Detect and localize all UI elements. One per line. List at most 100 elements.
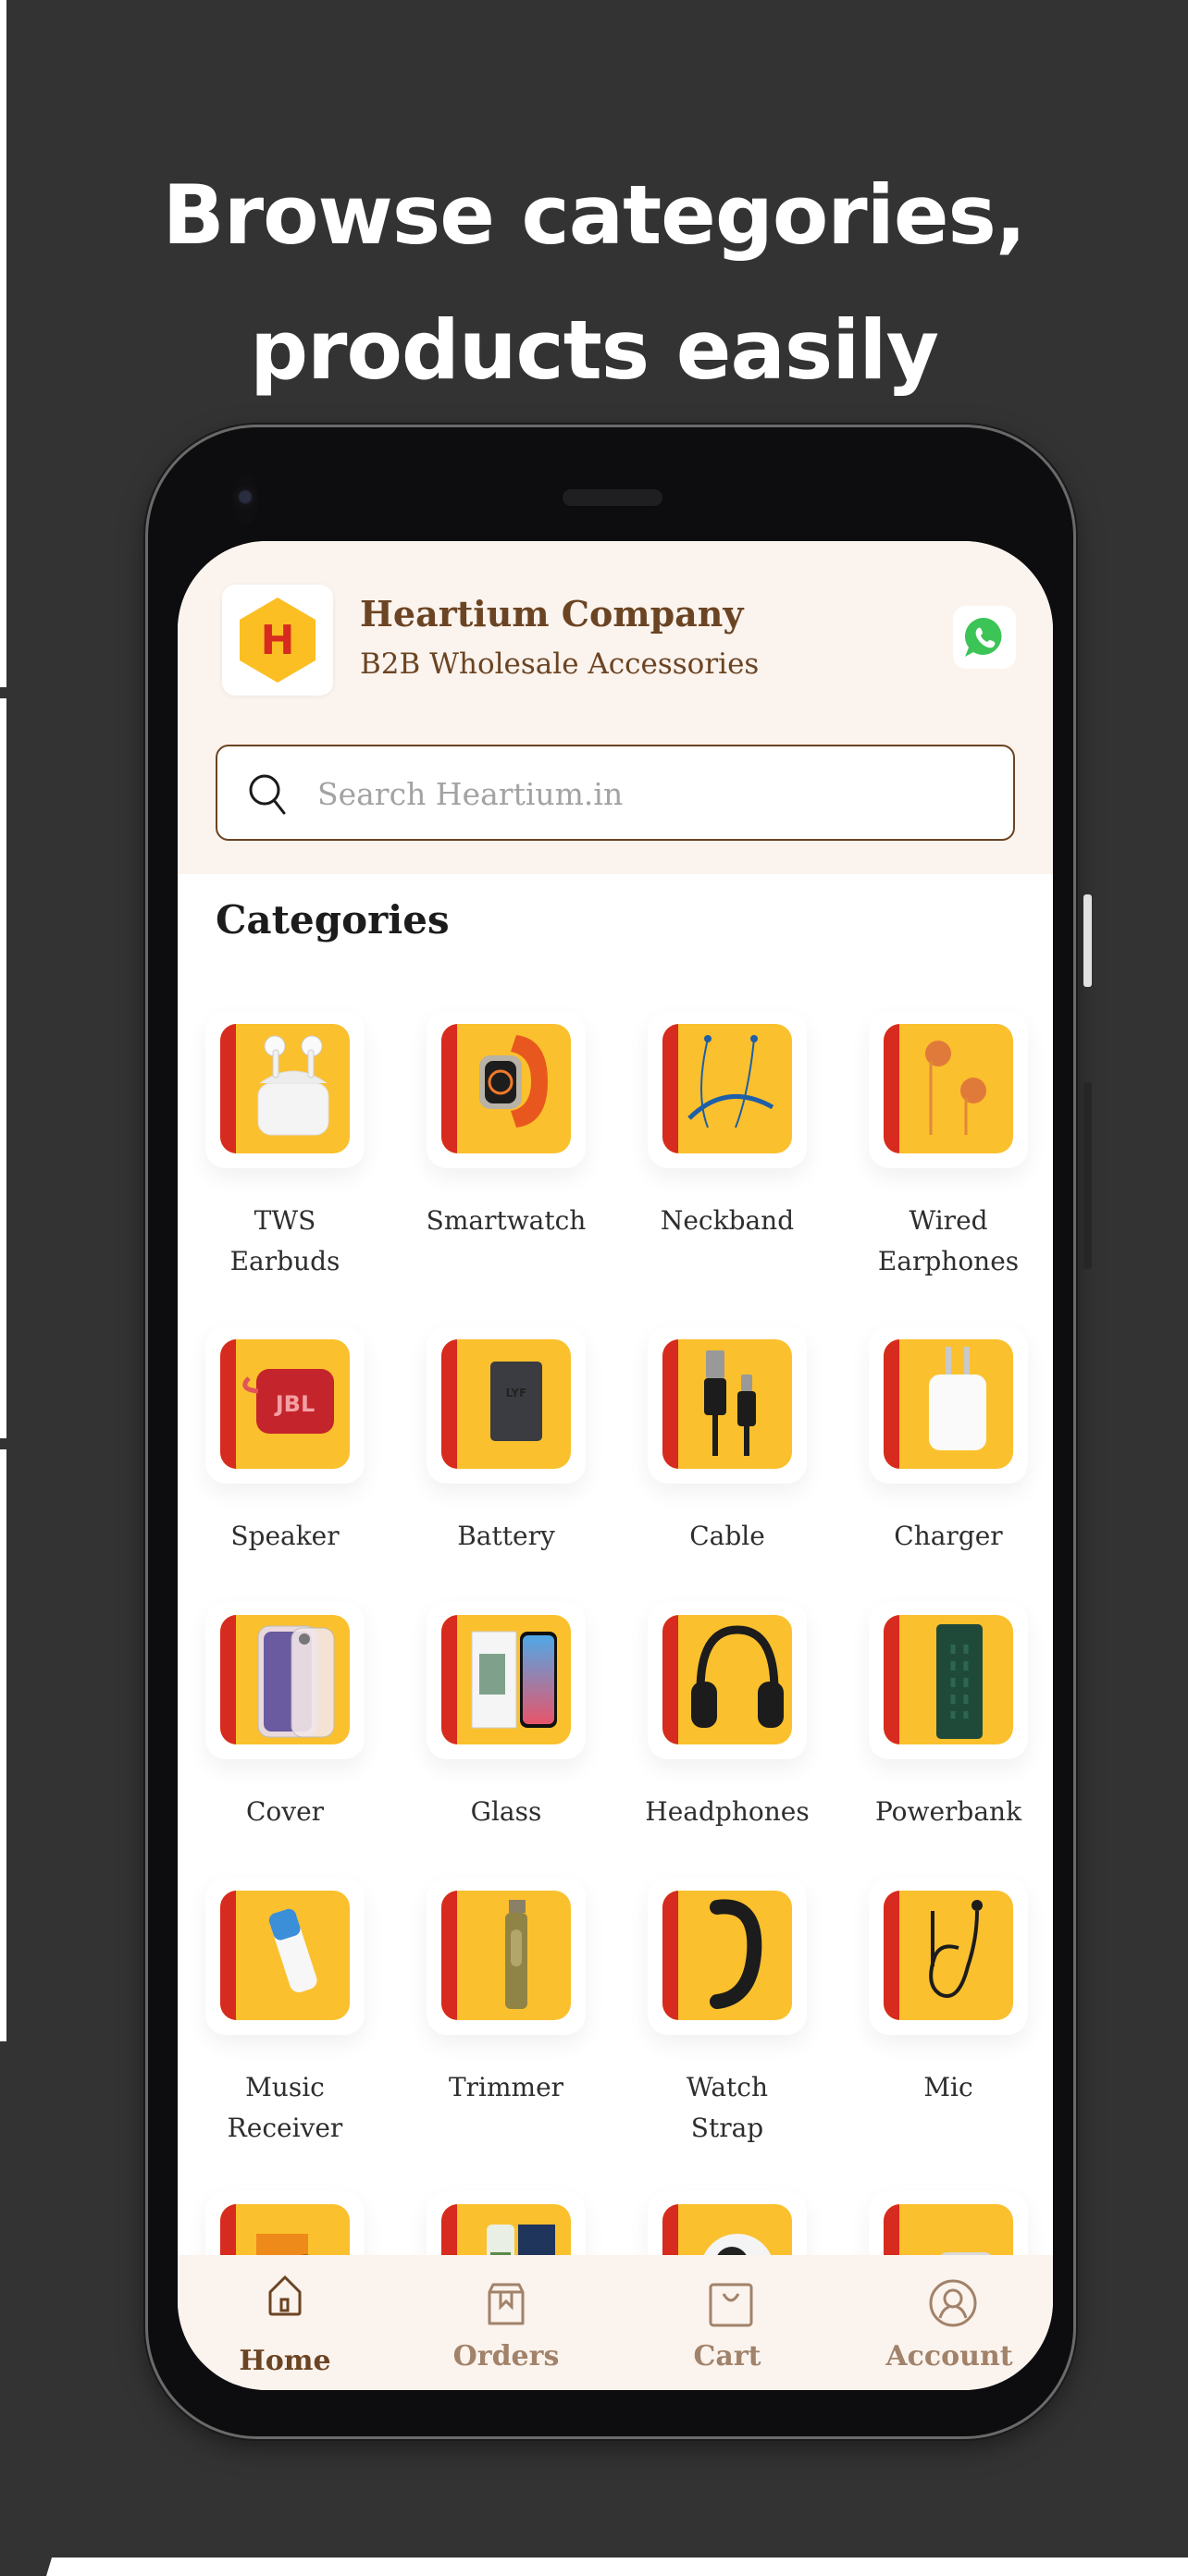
powerbank-icon — [935, 1624, 983, 1739]
search-input[interactable] — [316, 765, 985, 822]
category-item[interactable]: Watch Strap — [620, 1878, 823, 2155]
trimmer-icon — [504, 1900, 527, 2009]
category-tile — [441, 1891, 571, 2020]
category-card[interactable]: LYF — [427, 1326, 586, 1484]
adjacent-slide-edge — [0, 698, 6, 1438]
category-tile — [441, 1024, 571, 1153]
category-tile — [662, 1615, 792, 1744]
category-card[interactable] — [427, 1602, 586, 1759]
category-card[interactable] — [869, 1602, 1028, 1759]
nav-label: Account — [885, 2340, 1013, 2373]
category-item[interactable]: Charger — [841, 1326, 1045, 1604]
category-tile — [220, 1891, 350, 2020]
category-item[interactable]: Neckband — [620, 1011, 823, 1288]
tile-accent-stripe — [441, 1339, 457, 1469]
volume-button — [1083, 1082, 1092, 1269]
account-icon — [929, 2279, 977, 2327]
category-card[interactable] — [869, 1011, 1028, 1168]
brand-logo[interactable]: H — [222, 585, 333, 696]
category-card[interactable] — [205, 1602, 365, 1759]
mic-icon — [928, 1900, 983, 1998]
category-item[interactable]: Headphones — [620, 1602, 823, 1880]
category-label: Battery — [457, 1521, 555, 1551]
category-card[interactable] — [427, 1878, 586, 2035]
category-label: Music Receiver — [227, 2072, 343, 2143]
category-card[interactable] — [427, 1011, 586, 1168]
category-card[interactable] — [869, 1878, 1028, 2035]
headline-line-1: Browse categories, — [162, 167, 1027, 263]
hexagon-logo-icon: H — [240, 598, 316, 683]
app-header: H Heartium Company B2B Wholesale Accesso… — [178, 541, 1053, 874]
category-tile — [220, 1615, 350, 1744]
category-item[interactable]: Wired Earphones — [841, 1011, 1045, 1288]
category-tile: JBL — [220, 1339, 350, 1469]
category-card[interactable] — [648, 1602, 807, 1759]
category-tile: LYF — [441, 1339, 571, 1469]
neckband-icon — [687, 1035, 773, 1128]
category-card[interactable]: JBL — [205, 1326, 365, 1484]
category-item[interactable]: TWS Earbuds — [178, 1011, 381, 1288]
earphones-icon — [924, 1041, 986, 1135]
category-item[interactable]: Music Receiver — [178, 1878, 381, 2155]
power-button — [1083, 894, 1092, 987]
brand-title: Heartium Company — [360, 593, 744, 635]
smartwatch-icon — [478, 1035, 548, 1128]
tile-accent-stripe — [220, 1615, 236, 1744]
tile-accent-stripe — [441, 1615, 457, 1744]
phone-cover-icon — [257, 1625, 334, 1738]
orders-box-icon — [488, 2283, 525, 2325]
shopping-bag-icon — [709, 2283, 753, 2327]
category-card[interactable] — [648, 1326, 807, 1484]
nav-tab-orders[interactable]: Orders — [414, 2255, 599, 2390]
svg-text:LYF: LYF — [505, 1387, 526, 1399]
category-item[interactable]: Glass — [399, 1602, 602, 1880]
nav-tab-cart[interactable]: Cart — [635, 2255, 820, 2390]
category-label: Cable — [689, 1521, 765, 1551]
adjacent-slide-edge — [46, 2558, 1188, 2576]
category-label: Powerbank — [874, 1796, 1022, 1827]
tile-accent-stripe — [662, 1891, 678, 2020]
category-tile — [441, 1615, 571, 1744]
category-tile — [220, 1024, 350, 1153]
category-label: Neckband — [660, 1205, 795, 1236]
category-tile — [662, 1891, 792, 2020]
category-label: Charger — [894, 1521, 1003, 1551]
category-tile — [662, 1024, 792, 1153]
tile-accent-stripe — [662, 1024, 678, 1153]
music-receiver-icon — [268, 1908, 317, 1992]
search-bar[interactable] — [216, 745, 1015, 841]
whatsapp-button[interactable] — [953, 606, 1016, 669]
category-card[interactable] — [205, 1878, 365, 2035]
promo-headline: Browse categories, products easily — [0, 148, 1188, 418]
headphones-icon — [690, 1625, 784, 1728]
nav-label: Orders — [452, 2340, 560, 2373]
tile-accent-stripe — [220, 1024, 236, 1153]
category-label: Speaker — [230, 1521, 340, 1551]
category-item[interactable]: JBL Speaker — [178, 1326, 381, 1604]
category-item[interactable]: Trimmer — [399, 1878, 602, 2155]
category-card[interactable] — [648, 1878, 807, 2035]
bottom-navigation: Home Orders Cart Account — [178, 2255, 1053, 2390]
category-item[interactable]: Smartwatch — [399, 1011, 602, 1288]
tile-accent-stripe — [884, 1891, 899, 2020]
category-item[interactable]: Cable — [620, 1326, 823, 1604]
nav-tab-account[interactable]: Account — [857, 2255, 1042, 2390]
watch-strap-icon — [709, 1899, 761, 2009]
category-label: Wired Earphones — [877, 1205, 1020, 1276]
category-item[interactable]: Cover — [178, 1602, 381, 1880]
category-item[interactable]: Powerbank — [841, 1602, 1045, 1880]
category-item[interactable]: Mic — [841, 1878, 1045, 2155]
category-card[interactable] — [869, 1326, 1028, 1484]
category-item[interactable]: LYF Battery — [399, 1326, 602, 1604]
home-icon — [268, 2275, 302, 2316]
tile-accent-stripe — [220, 1339, 236, 1469]
category-tile — [884, 1339, 1013, 1469]
category-label: Cover — [245, 1796, 325, 1827]
category-label: TWS Earbuds — [229, 1205, 340, 1276]
nav-tab-home[interactable]: Home — [192, 2255, 377, 2390]
category-card[interactable] — [205, 1011, 365, 1168]
adjacent-slide-edge — [0, 1449, 6, 2041]
category-tile — [662, 1339, 792, 1469]
category-card[interactable] — [648, 1011, 807, 1168]
brand-subtitle: B2B Wholesale Accessories — [360, 647, 760, 681]
